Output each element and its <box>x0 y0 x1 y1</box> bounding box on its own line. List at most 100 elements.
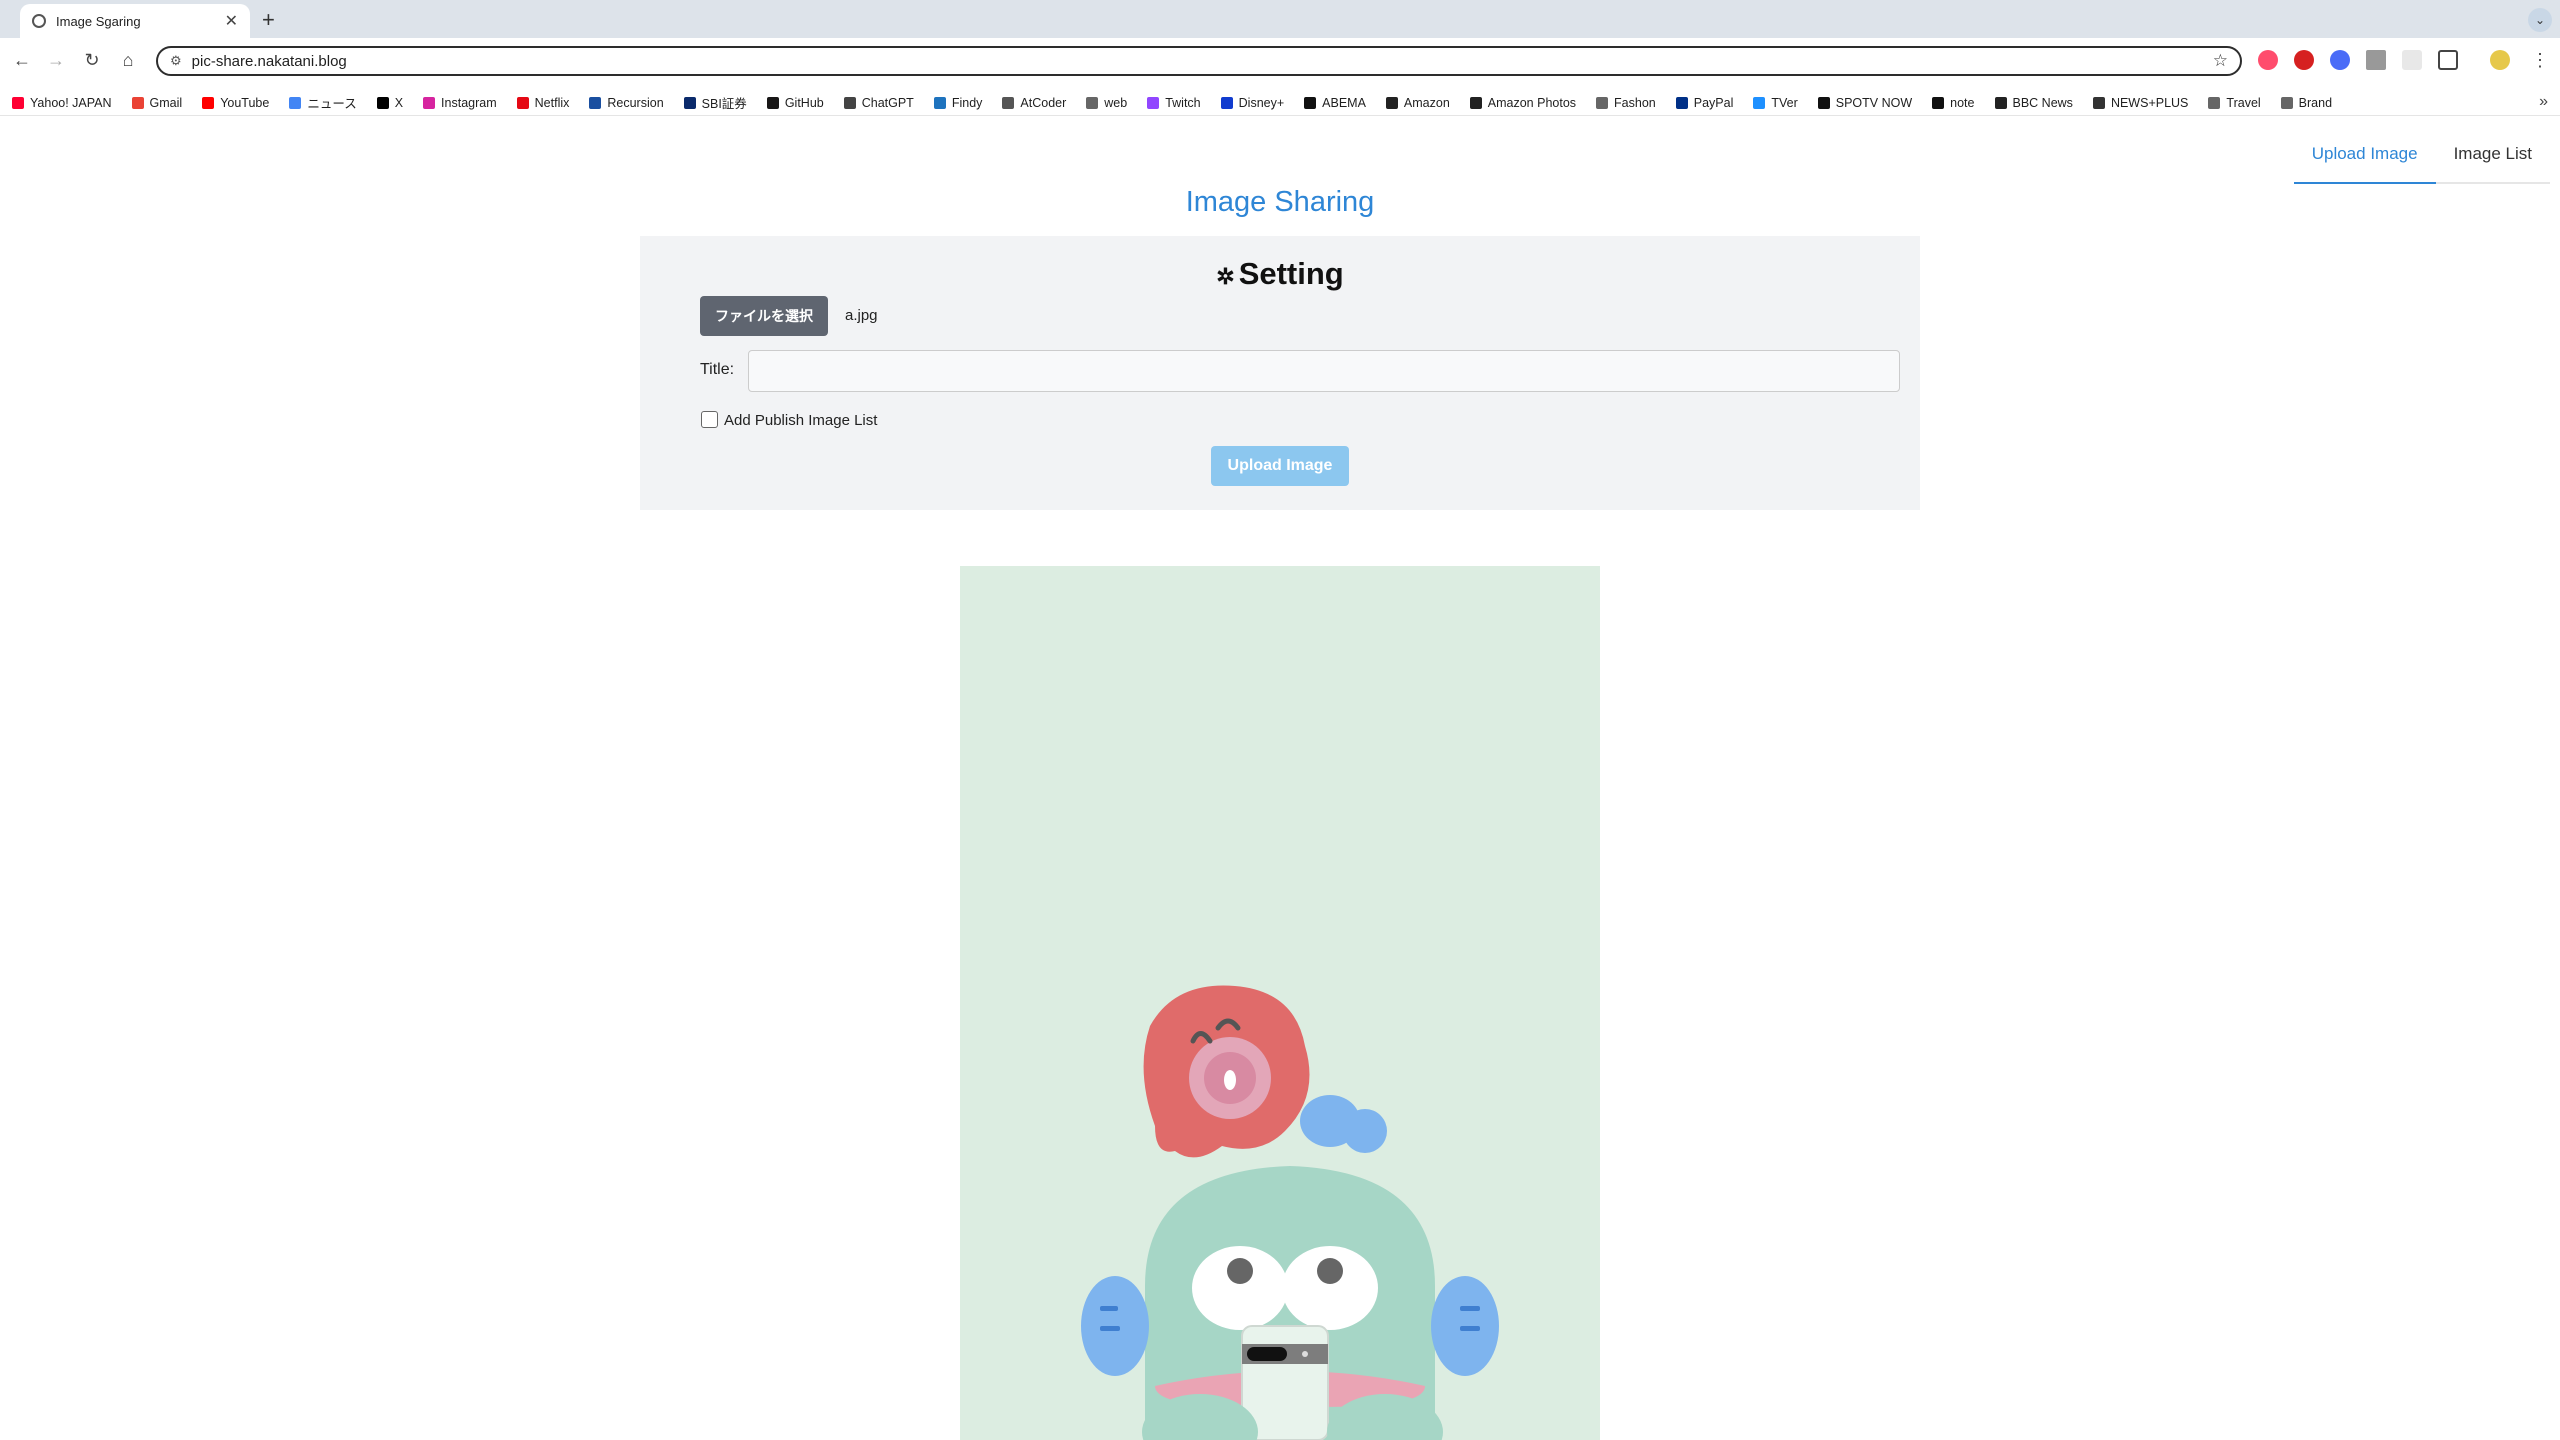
publish-checkbox-label[interactable]: Add Publish Image List <box>724 412 877 429</box>
bookmark-label: X <box>394 95 404 110</box>
bookmark-item[interactable]: Twitch <box>1147 95 1201 110</box>
bookmark-label: note <box>1950 95 1975 110</box>
bookmark-favicon-icon <box>933 96 946 109</box>
bookmarks-bar: Yahoo! JAPAN Gmail YouTube ニュース X Instagram Ne… <box>0 90 2560 116</box>
bookmark-item[interactable]: ABEMA <box>1304 96 1366 110</box>
bookmark-item[interactable]: PayPal <box>1675 95 1734 110</box>
tab-upload-image[interactable]: Upload Image <box>2293 130 2436 184</box>
bookmark-favicon-icon <box>2208 96 2221 109</box>
bookmark-favicon-icon <box>2280 96 2293 109</box>
publish-checkbox[interactable] <box>701 411 718 428</box>
bookmark-item[interactable]: NEWS+PLUS <box>2092 96 2188 110</box>
bookmark-label: Netflix <box>534 95 570 110</box>
close-tab-icon[interactable]: ✕ <box>225 11 238 31</box>
bookmark-item[interactable]: X <box>376 95 404 110</box>
setting-panel: ✲ Setting ファイルを選択 a.jpg Title: Add Publis… <box>640 236 1920 510</box>
selected-file-name: a.jpg <box>845 307 878 324</box>
bookmark-label: Fashon <box>1614 95 1656 110</box>
bookmark-item[interactable]: Amazon <box>1385 95 1450 110</box>
choose-file-button[interactable]: ファイルを選択 <box>700 296 828 336</box>
extension-icon[interactable] <box>2330 50 2350 70</box>
bookmark-item[interactable]: Findy <box>933 95 983 110</box>
avatar[interactable] <box>2490 50 2510 70</box>
bookmark-star-icon[interactable]: ☆ <box>2213 51 2228 71</box>
bookmark-item[interactable]: Instagram <box>423 96 497 110</box>
bookmark-label: TVer <box>1771 95 1798 110</box>
bookmark-item[interactable]: YouTube <box>202 96 269 110</box>
bookmark-item[interactable]: ChatGPT <box>843 95 914 110</box>
bookmark-item[interactable]: Gmail <box>131 95 183 110</box>
bookmark-label: ChatGPT <box>861 95 914 110</box>
extension-icon[interactable] <box>2294 50 2314 70</box>
bookmark-item[interactable]: SPOTV NOW <box>1817 96 1912 110</box>
bookmark-item[interactable]: GitHub <box>766 95 824 110</box>
gear-icon: ✲ <box>1216 264 1235 289</box>
bookmark-favicon-icon <box>1304 96 1317 109</box>
bookmark-favicon-icon <box>131 96 144 109</box>
bookmarks-overflow-icon[interactable]: » <box>2539 93 2548 111</box>
bookmark-favicon-icon <box>683 96 696 109</box>
title-input[interactable] <box>748 350 1900 392</box>
bookmark-item[interactable]: Yahoo! JAPAN <box>12 96 112 110</box>
new-tab-button[interactable]: + <box>262 6 275 34</box>
bookmark-label: ABEMA <box>1322 95 1366 110</box>
extension-icon[interactable] <box>2366 50 2386 70</box>
reload-icon[interactable]: ↻ <box>80 50 104 71</box>
tab-search-icon[interactable]: ⌄ <box>2528 8 2552 32</box>
extension-icon[interactable] <box>2402 50 2422 70</box>
bookmark-item[interactable]: Travel <box>2208 96 2261 110</box>
address-bar[interactable]: ⚙ pic-share.nakatani.blog ☆ <box>156 46 2242 76</box>
back-icon[interactable]: ← <box>10 50 34 71</box>
bookmark-favicon-icon <box>376 96 389 109</box>
bookmark-label: PayPal <box>1693 95 1734 110</box>
bookmark-item[interactable]: ニュース <box>289 93 357 112</box>
bookmark-item[interactable]: AtCoder <box>1002 96 1066 110</box>
puzzle-icon[interactable] <box>2438 50 2458 70</box>
bookmark-favicon-icon <box>1002 96 1015 109</box>
bookmark-favicon-icon <box>2092 96 2105 109</box>
site-info-icon[interactable]: ⚙ <box>170 53 182 69</box>
bookmark-label: ニュース <box>307 97 357 111</box>
bookmark-label: Twitch <box>1165 95 1201 110</box>
setting-heading: ✲ Setting <box>640 256 1920 292</box>
globe-icon <box>32 14 46 28</box>
bookmark-item[interactable]: Disney+ <box>1220 96 1284 110</box>
bookmark-label: Findy <box>951 95 983 110</box>
bookmark-item[interactable]: Recursion <box>589 96 664 110</box>
forward-icon[interactable]: → <box>44 50 68 71</box>
bookmark-item[interactable]: Amazon Photos <box>1469 95 1577 110</box>
extension-icon[interactable] <box>2258 50 2278 70</box>
browser-tab[interactable]: Image Sgaring ✕ <box>20 4 250 38</box>
bookmark-label: Gmail <box>149 95 183 110</box>
bookmark-item[interactable]: SBI証券 <box>683 93 747 112</box>
tab-title: Image Sgaring <box>56 13 141 29</box>
bookmark-favicon-icon <box>1596 96 1609 109</box>
bookmark-label: SBI証券 <box>701 97 747 111</box>
title-label: Title: <box>700 361 735 378</box>
bookmark-favicon-icon <box>1753 96 1766 109</box>
tab-image-list[interactable]: Image List <box>2435 130 2550 184</box>
bookmark-item[interactable]: note <box>1932 95 1975 110</box>
mascot-illustration <box>1081 985 1499 1440</box>
bookmark-label: GitHub <box>784 95 824 110</box>
image-preview <box>960 566 1600 1440</box>
bookmark-favicon-icon <box>423 96 436 109</box>
bookmark-label: web <box>1104 95 1128 110</box>
bookmark-item[interactable]: web <box>1086 96 1127 110</box>
bookmark-favicon-icon <box>1385 96 1398 109</box>
bookmark-favicon-icon <box>1220 96 1233 109</box>
bookmark-item[interactable]: BBC News <box>1994 96 2073 110</box>
bookmark-item[interactable]: TVer <box>1753 95 1798 110</box>
bookmark-item[interactable]: Netflix <box>516 95 570 110</box>
bookmark-item[interactable]: Brand <box>2280 96 2332 110</box>
browser-toolbar: ← → ↻ ⌂ ⚙ pic-share.nakatani.blog ☆ ⋮ <box>0 38 2560 88</box>
bookmark-favicon-icon <box>1817 96 1830 109</box>
bookmark-favicon-icon <box>1147 96 1160 109</box>
menu-icon[interactable]: ⋮ <box>2528 50 2552 71</box>
bookmark-label: Amazon Photos <box>1487 95 1577 110</box>
upload-image-button[interactable]: Upload Image <box>1211 446 1349 486</box>
bookmark-item[interactable]: Fashon <box>1596 96 1656 110</box>
bookmark-favicon-icon <box>1932 96 1945 109</box>
home-icon[interactable]: ⌂ <box>116 50 140 71</box>
bookmark-label: Amazon <box>1403 95 1450 110</box>
